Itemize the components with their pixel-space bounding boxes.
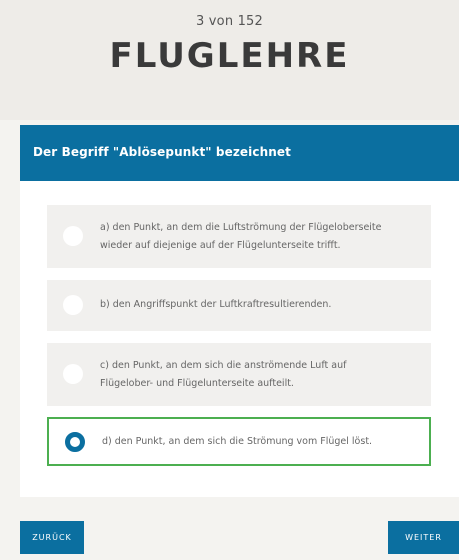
radio-button-a[interactable] bbox=[63, 226, 83, 246]
answer-label-a: a) den Punkt, an dem die Luftströmung de… bbox=[100, 222, 382, 251]
back-button[interactable]: ZURÜCK bbox=[20, 521, 84, 554]
question-panel: Der Begriff "Ablösepunkt" bezeichnet a) … bbox=[20, 125, 459, 497]
answer-option-b[interactable]: b) den Angriffspunkt der Luftkraftresult… bbox=[47, 280, 431, 331]
next-button[interactable]: WEITER bbox=[388, 521, 459, 554]
answer-option-a[interactable]: a) den Punkt, an dem die Luftströmung de… bbox=[47, 205, 431, 268]
answer-label-c: c) den Punkt, an dem sich die anströmend… bbox=[100, 360, 347, 389]
answer-label-b: b) den Angriffspunkt der Luftkraftresult… bbox=[100, 299, 332, 310]
question-header: Der Begriff "Ablösepunkt" bezeichnet bbox=[20, 125, 459, 181]
radio-button-d[interactable] bbox=[65, 432, 85, 452]
question-counter: 3 von 152 bbox=[195, 14, 264, 29]
answer-option-c[interactable]: c) den Punkt, an dem sich die anströmend… bbox=[47, 343, 431, 406]
question-text: Der Begriff "Ablösepunkt" bezeichnet bbox=[33, 145, 291, 159]
answer-label-d: d) den Punkt, an dem sich die Strömung v… bbox=[102, 436, 373, 447]
radio-button-c[interactable] bbox=[63, 364, 83, 384]
radio-button-b[interactable] bbox=[63, 295, 83, 315]
answer-option-d[interactable]: d) den Punkt, an dem sich die Strömung v… bbox=[47, 417, 431, 466]
page-title: FLUGLEHRE bbox=[109, 36, 350, 76]
